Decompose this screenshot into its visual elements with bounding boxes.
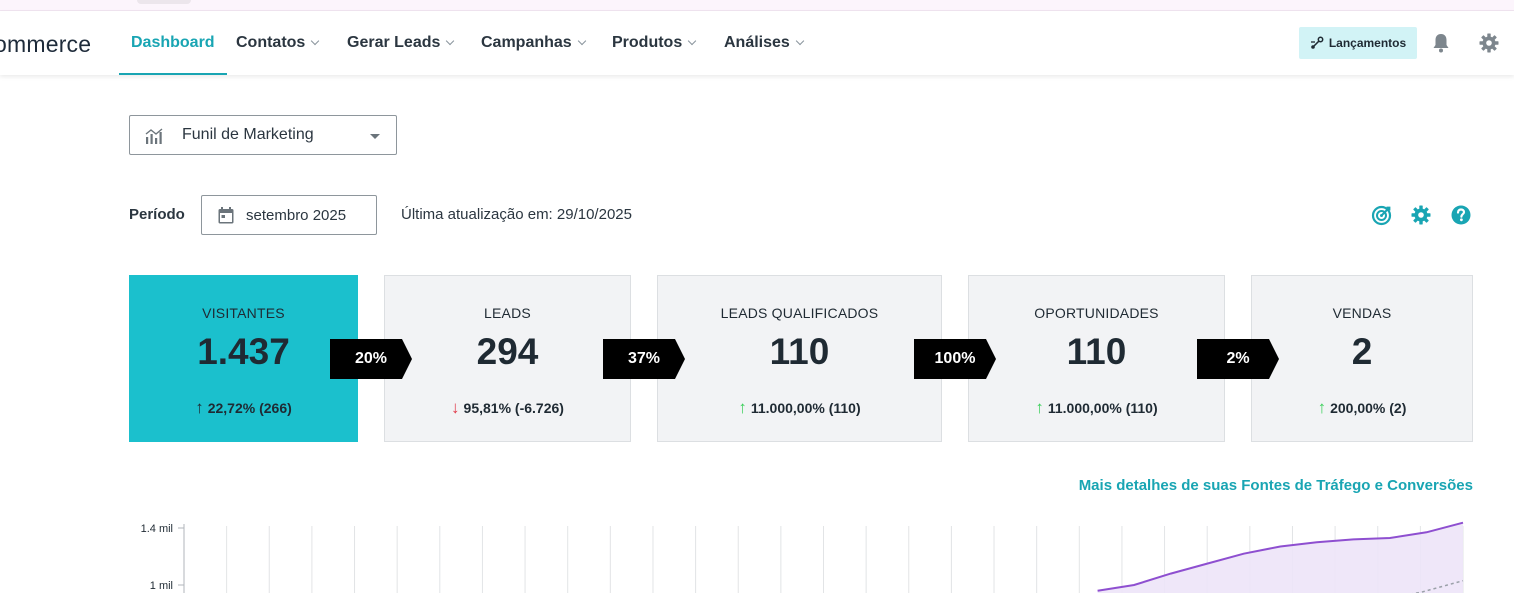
nav-produtos-label: Produtos <box>612 34 683 51</box>
period-date-picker[interactable]: setembro 2025 <box>201 195 377 235</box>
funnel-card-leads-qualificados[interactable]: LEADS QUALIFICADOS 110 ↑ 11.000,00% (110… <box>657 275 942 442</box>
funnel-card-oportunidades[interactable]: OPORTUNIDADES 110 ↑ 11.000,00% (110) <box>968 275 1225 442</box>
card-title: VENDAS <box>1332 305 1392 321</box>
card-title: VISITANTES <box>202 305 285 321</box>
arrow-up-icon: ↑ <box>1035 398 1044 417</box>
conversion-rate-badge: 20% <box>330 339 412 379</box>
arrow-up-icon: ↑ <box>1317 398 1327 417</box>
period-value: setembro 2025 <box>246 207 347 224</box>
conversion-rate-badge: 100% <box>914 339 996 379</box>
nav-contatos-label: Contatos <box>236 34 306 51</box>
chart-bars-icon <box>145 128 163 144</box>
nav-contatos[interactable]: Contatos <box>236 11 320 75</box>
brand-logo-text[interactable]: ommerce <box>0 31 91 58</box>
nav-dashboard[interactable]: Dashboard <box>119 11 227 75</box>
card-delta-text: 11.000,00% (110) <box>750 400 861 416</box>
funnel-card-visitantes[interactable]: VISITANTES 1.437 ↑ 22,72% (266) <box>129 275 358 442</box>
more-details-link[interactable]: Mais detalhes de suas Fontes de Tráfego … <box>1079 477 1473 494</box>
funnel-card-leads[interactable]: LEADS 294 ↓ 95,81% (-6.726) <box>384 275 631 442</box>
card-value: 110 <box>1066 331 1127 372</box>
card-delta: ↑ 22,72% (266) <box>130 398 357 418</box>
nav-analises-label: Análises <box>724 34 790 51</box>
launch-rocket-icon <box>1310 36 1324 49</box>
browser-top-strip <box>0 0 1514 11</box>
settings-gear-icon[interactable] <box>1410 204 1432 226</box>
nav-dashboard-label: Dashboard <box>131 34 215 51</box>
card-delta: ↓ 95,81% (-6.726) <box>385 398 630 418</box>
card-delta-text: 11.000,00% (110) <box>1047 400 1158 416</box>
conversion-rate-badge: 2% <box>1197 339 1279 379</box>
card-value: 2 <box>1351 331 1373 372</box>
y-tick-label: 1 mil <box>150 580 173 592</box>
card-delta-text: 22,72% (266) <box>207 400 292 416</box>
top-navbar: ommerce Dashboard Contatos Gerar Leads C… <box>0 11 1514 75</box>
calendar-icon <box>218 207 234 224</box>
arrow-down-icon: ↓ <box>451 398 460 417</box>
help-icon[interactable] <box>1450 204 1472 226</box>
launches-button[interactable]: Lançamentos <box>1299 27 1417 59</box>
card-delta: ↑ 200,00% (2) <box>1252 398 1472 418</box>
last-update-text: Última atualização em: 29/10/2025 <box>401 206 632 223</box>
funnel-select-value: Funil de Marketing <box>182 126 314 143</box>
funnel-card-vendas[interactable]: VENDAS 2 ↑ 200,00% (2) <box>1251 275 1473 442</box>
visitors-area-chart: 1.4 mil 1 mil <box>141 521 1464 593</box>
card-title: LEADS <box>484 305 531 321</box>
nav-campanhas[interactable]: Campanhas <box>481 11 586 75</box>
chevron-down-icon <box>311 36 320 46</box>
conversion-rate-badge: 37% <box>603 339 685 379</box>
card-delta-text: 95,81% (-6.726) <box>463 400 564 416</box>
period-label: Período <box>129 206 185 223</box>
top-strip-tab <box>137 0 191 4</box>
chevron-down-icon <box>577 36 586 46</box>
nav-campanhas-label: Campanhas <box>481 34 572 51</box>
card-title: LEADS QUALIFICADOS <box>720 305 879 321</box>
card-value: 294 <box>476 331 539 372</box>
nav-gerar-leads-label: Gerar Leads <box>347 34 441 51</box>
chevron-down-icon <box>795 36 805 46</box>
card-delta: ↑ 11.000,00% (110) <box>969 398 1224 418</box>
card-title: OPORTUNIDADES <box>1034 305 1159 321</box>
card-value: 110 <box>769 331 830 372</box>
gear-icon[interactable] <box>1478 32 1500 54</box>
caret-down-icon <box>370 134 380 139</box>
chevron-down-icon <box>687 36 697 46</box>
arrow-up-icon: ↑ <box>195 398 204 417</box>
card-delta-text: 200,00% (2) <box>1330 400 1407 416</box>
bell-icon[interactable] <box>1430 32 1452 54</box>
nav-produtos[interactable]: Produtos <box>612 11 697 75</box>
nav-analises[interactable]: Análises <box>724 11 805 75</box>
target-icon[interactable] <box>1370 204 1392 226</box>
chart-series-area <box>1097 522 1463 593</box>
chevron-down-icon <box>446 36 455 46</box>
card-value: 1.437 <box>197 331 290 372</box>
card-delta: ↑ 11.000,00% (110) <box>658 398 941 418</box>
funnel-select[interactable]: Funil de Marketing <box>129 115 397 155</box>
nav-gerar-leads[interactable]: Gerar Leads <box>347 11 455 75</box>
y-tick-label: 1.4 mil <box>141 523 173 535</box>
arrow-up-icon: ↑ <box>738 398 747 417</box>
launches-button-label: Lançamentos <box>1328 36 1407 50</box>
